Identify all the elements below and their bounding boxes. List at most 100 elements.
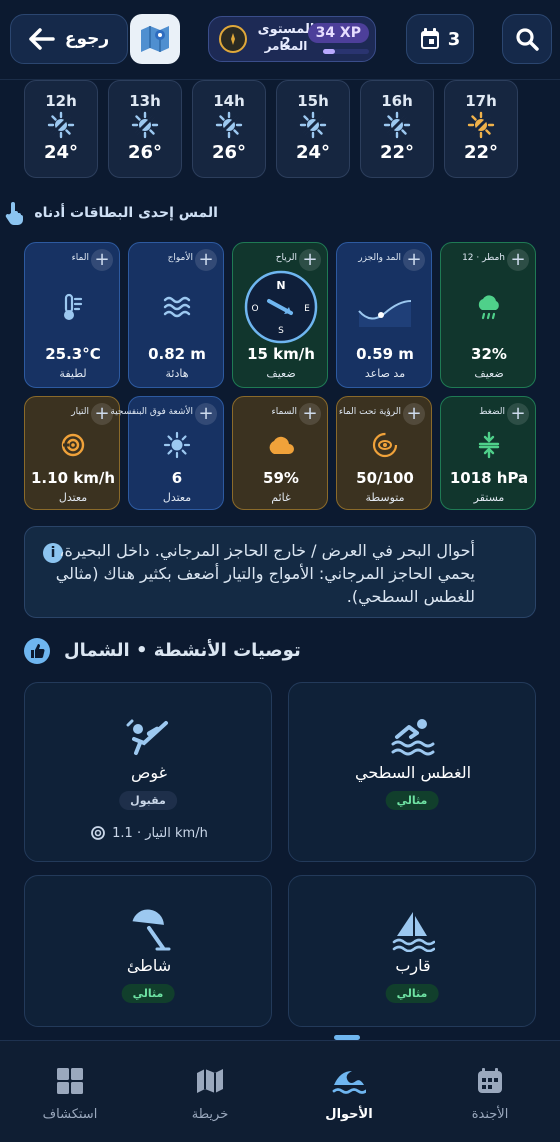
add-icon[interactable]: +: [403, 249, 425, 271]
snorkel-swimmer-icon: [289, 713, 537, 761]
hour-temp: 22°: [379, 142, 415, 163]
metric-name: الضغط: [479, 407, 505, 417]
current-icon: [91, 826, 106, 840]
back-label: رجوع: [64, 29, 110, 49]
hour-label: 17h: [465, 92, 497, 110]
calendar-icon: [420, 28, 439, 49]
tab-map[interactable]: خريطة: [155, 1067, 265, 1122]
tab-label: الأحوال: [325, 1107, 373, 1122]
metric-card-water[interactable]: + الماء 25.3°C لطيفة: [24, 242, 120, 388]
hour-card[interactable]: 16h 22°: [360, 80, 434, 178]
activity-name: الغطس السطحي: [354, 763, 472, 782]
search-button[interactable]: [502, 14, 552, 64]
add-icon[interactable]: +: [299, 403, 321, 425]
metric-value: 0.82 m: [148, 345, 206, 363]
status-badge: مثالي: [385, 791, 439, 810]
wave-icon: [332, 1071, 368, 1094]
add-icon[interactable]: +: [195, 249, 217, 271]
diver-icon: [25, 713, 273, 761]
metric-status: لطيفة: [59, 367, 87, 380]
metric-name: الأمواج: [167, 253, 193, 263]
add-icon[interactable]: +: [299, 249, 321, 271]
hour-label: 16h: [381, 92, 413, 110]
tab-agenda[interactable]: الأجندة: [435, 1067, 545, 1122]
metric-card-sky[interactable]: + السماء 59% غائم: [232, 396, 328, 510]
metric-card-pressure[interactable]: + الضغط 1018 hPa مستقر: [440, 396, 536, 510]
tap-hint: المس إحدى البطاقات أدناه: [4, 200, 218, 226]
level-title: المغامر: [264, 39, 308, 53]
hour-card[interactable]: 14h 26°: [192, 80, 266, 178]
metric-status: غائم: [271, 491, 291, 504]
tab-label: خريطة: [191, 1107, 229, 1122]
hour-label: 15h: [297, 92, 329, 110]
app-logo[interactable]: [130, 14, 180, 64]
metric-card-wind[interactable]: + الرياح N E S O 15 km/h ضعيف: [232, 242, 328, 388]
metric-name: الرؤية تحت الماء: [338, 407, 401, 417]
activity-card-diving[interactable]: غوص مقبول التيار · 1.1 km/h: [24, 682, 272, 862]
metric-value: 1018 hPa: [449, 469, 529, 487]
pressure-icon: [441, 427, 537, 463]
uv-sun-icon: [129, 427, 225, 463]
metric-status: معتدل: [162, 491, 192, 504]
section-title-text: توصيات الأنشطة • الشمال: [64, 640, 301, 661]
active-tab-indicator: [334, 1035, 360, 1040]
hour-label: 13h: [129, 92, 161, 110]
compass-west: O: [251, 304, 258, 314]
activity-name: قارب: [395, 956, 431, 975]
metric-card-uv[interactable]: + الأشعة فوق البنفسجية 6 معتدل: [110, 396, 225, 510]
activity-extra: التيار · 1.1 km/h: [25, 825, 273, 841]
activity-card-boat[interactable]: قارب مثالي: [288, 875, 536, 1027]
activity-card-snorkel[interactable]: الغطس السطحي مثالي: [288, 682, 536, 862]
activity-card-beach[interactable]: شاطئ مثالي: [24, 875, 272, 1027]
metric-value: 1.10 km/h: [31, 469, 115, 487]
calendar-icon: [478, 1068, 502, 1093]
hour-temp: 24°: [295, 142, 331, 163]
info-text: أحوال البحر في العرض / خارج الحاجز المرج…: [55, 541, 475, 606]
tab-label: الأجندة: [471, 1107, 509, 1122]
metric-name: المد والجزر: [358, 253, 401, 263]
hour-label: 14h: [213, 92, 245, 110]
hour-temp: 26°: [211, 142, 247, 163]
metric-value: 15 km/h: [247, 345, 315, 363]
hour-card[interactable]: 17h 22°: [444, 80, 518, 178]
compass-icon: [219, 25, 247, 53]
xp-badge: 34 XP: [307, 23, 369, 43]
add-icon[interactable]: +: [195, 403, 217, 425]
metric-card-waves[interactable]: + الأمواج 0.82 m هادئة: [128, 242, 224, 388]
metric-card-rain[interactable]: + مطر · 12h 32% ضعيف: [440, 242, 536, 388]
metric-card-visibility[interactable]: + الرؤية تحت الماء 50/100 متوسطة: [336, 396, 432, 510]
metric-value: 50/100: [356, 469, 414, 487]
add-icon[interactable]: +: [403, 403, 425, 425]
tide-curve-icon: [337, 287, 433, 327]
calendar-button[interactable]: 3: [406, 14, 474, 64]
eye-icon: [337, 427, 433, 463]
sun-icon: [445, 110, 517, 140]
add-icon[interactable]: +: [507, 403, 529, 425]
status-badge: مثالي: [121, 984, 175, 1003]
metric-name: الماء: [71, 253, 89, 263]
hour-card[interactable]: 12h 24°: [24, 80, 98, 178]
activities-section-title: توصيات الأنشطة • الشمال: [24, 638, 324, 666]
metric-value: 0.59 m: [356, 345, 414, 363]
back-button[interactable]: رجوع: [10, 14, 128, 64]
calendar-count: 3: [447, 28, 461, 50]
top-bar: رجوع المستوى 2 المغامر 34 XP 3: [0, 0, 560, 80]
level-badge[interactable]: المستوى 2 المغامر 34 XP: [208, 16, 376, 62]
metric-name: السماء: [271, 407, 297, 417]
hour-card[interactable]: 13h 26°: [108, 80, 182, 178]
metric-card-current[interactable]: + التيار 1.10 km/h معتدل: [24, 396, 120, 510]
add-icon[interactable]: +: [507, 249, 529, 271]
partly-sunny-icon: [277, 110, 349, 140]
sailboat-icon: [289, 906, 537, 954]
rain-cloud-icon: [441, 287, 537, 327]
hint-text: المس إحدى البطاقات أدناه: [34, 205, 218, 221]
metric-card-tide[interactable]: + المد والجزر 0.59 m مد صاعد: [336, 242, 432, 388]
activity-extra-text: التيار · 1.1 km/h: [112, 825, 208, 841]
metric-name: الرياح: [275, 253, 297, 263]
metric-name: مطر · 12h: [462, 253, 505, 263]
tab-conditions[interactable]: الأحوال: [294, 1067, 404, 1122]
hour-card[interactable]: 15h 24°: [276, 80, 350, 178]
partly-sunny-icon: [25, 110, 97, 140]
tab-explore[interactable]: استكشاف: [15, 1067, 125, 1122]
add-icon[interactable]: +: [91, 249, 113, 271]
